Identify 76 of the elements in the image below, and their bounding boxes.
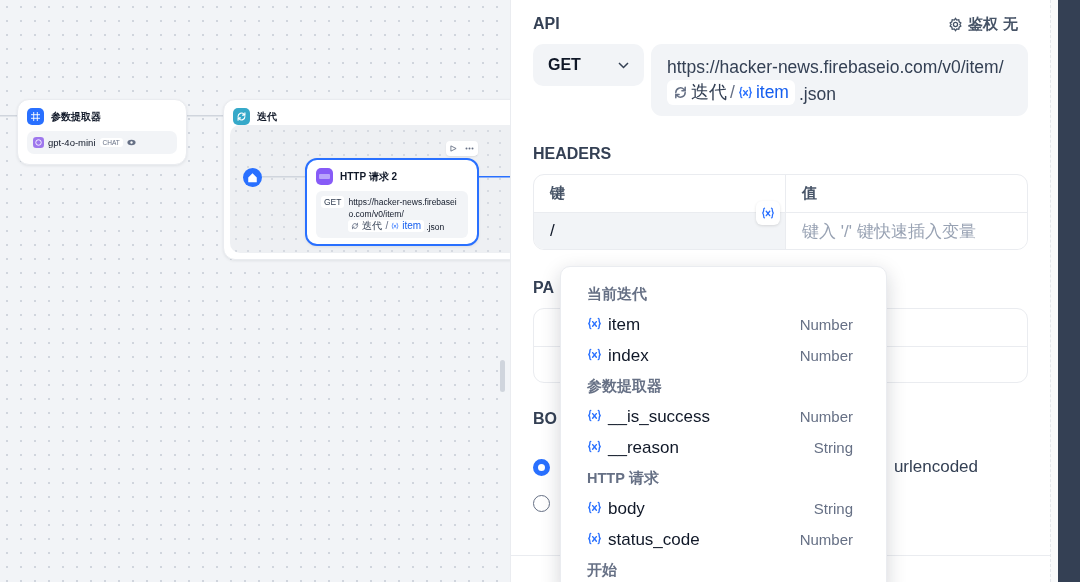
- method-select[interactable]: GET: [533, 44, 644, 86]
- variable-item[interactable]: index Number: [587, 340, 853, 371]
- model-name: gpt-4o-mini: [48, 137, 96, 148]
- variable-item[interactable]: item Number: [587, 309, 853, 340]
- variable-icon: [737, 85, 753, 100]
- start-icon: [243, 168, 262, 187]
- settings-icon: [948, 16, 963, 32]
- loop-icon: [236, 111, 247, 122]
- play-icon[interactable]: [450, 145, 457, 152]
- section-title: PA: [533, 279, 555, 297]
- variable-type: Number: [799, 316, 853, 333]
- node-title: HTTP 请求 2: [340, 169, 398, 184]
- auth-button[interactable]: 鉴权 无: [948, 14, 1018, 34]
- variable-type: String: [813, 439, 853, 456]
- connector-line: [187, 115, 223, 118]
- key-input[interactable]: /: [534, 213, 785, 249]
- node-name: 迭代: [362, 220, 383, 232]
- radio-label: urlencoded: [893, 457, 978, 477]
- variable-icon: [587, 407, 602, 423]
- separator: /: [385, 220, 389, 232]
- radio-button[interactable]: [533, 458, 550, 476]
- variable-item[interactable]: status_code Number: [587, 524, 853, 555]
- section-title: BO: [533, 410, 557, 428]
- variable-icon: [587, 315, 602, 331]
- connector-line: [479, 176, 510, 178]
- variable-icon: [587, 438, 602, 454]
- radio-button[interactable]: [533, 494, 550, 512]
- group-title: 参数提取器: [587, 376, 663, 396]
- url-suffix: .json: [426, 222, 445, 232]
- connector-line: [0, 115, 17, 118]
- variable-item[interactable]: __reason String: [587, 432, 853, 463]
- method-tag: GET: [321, 196, 345, 208]
- url-field[interactable]: https://hacker-news.firebaseio.com/v0/item/ 迭代 / item .json: [651, 44, 1028, 116]
- model-icon: [33, 137, 44, 148]
- section-title: API: [533, 15, 560, 33]
- node-title: 迭代: [257, 109, 277, 124]
- variable-type: Number: [799, 347, 853, 364]
- group-title: 开始: [587, 560, 618, 580]
- grid-icon: [27, 108, 44, 125]
- variable-name: status_code: [608, 529, 701, 550]
- variable-icon: [587, 499, 602, 515]
- variable-name: item: [608, 314, 642, 335]
- node-name: 迭代: [691, 81, 727, 104]
- column-header: 键: [548, 183, 566, 203]
- variable-name: __is_success: [608, 406, 712, 427]
- url-text: https://hacker-news.firebaseio.com/v0/item/ 迭代 / item .json: [348, 196, 458, 233]
- url-suffix: .json: [798, 84, 836, 104]
- variable-name: index: [608, 345, 650, 366]
- section-title: HEADERS: [533, 145, 612, 163]
- loop-icon: [673, 85, 688, 100]
- variable-type: Number: [799, 531, 853, 548]
- chevron-down-icon: [618, 61, 629, 69]
- variable-name: item: [402, 220, 422, 232]
- http-node[interactable]: HTTP 请求 2 GET https://hacker-news.firebaseio.com/v0/item/ 迭代 / item .json: [305, 158, 479, 246]
- more-icon[interactable]: [465, 147, 474, 150]
- variable-item[interactable]: body String: [587, 493, 853, 524]
- column-header: 值: [785, 175, 1027, 212]
- insert-variable-button[interactable]: [756, 201, 780, 225]
- variable-name: item: [755, 81, 789, 104]
- group-title: 当前迭代: [587, 284, 648, 304]
- variable-type: String: [813, 500, 853, 517]
- variable-type: Number: [799, 408, 853, 425]
- variable-icon: [761, 206, 775, 220]
- http-icon: [316, 168, 333, 185]
- separator: /: [730, 81, 735, 104]
- variable-name: __reason: [608, 437, 680, 458]
- loop-icon: [351, 222, 360, 230]
- eye-icon: [126, 139, 136, 146]
- resize-handle[interactable]: [500, 360, 505, 392]
- variable-icon: [587, 346, 602, 362]
- variable-icon: [391, 222, 400, 230]
- node-title: 参数提取器: [51, 109, 101, 124]
- variable-icon: [587, 530, 602, 546]
- variable-name: body: [608, 498, 646, 519]
- group-title: HTTP 请求: [587, 468, 660, 488]
- variable-item[interactable]: __is_success Number: [587, 401, 853, 432]
